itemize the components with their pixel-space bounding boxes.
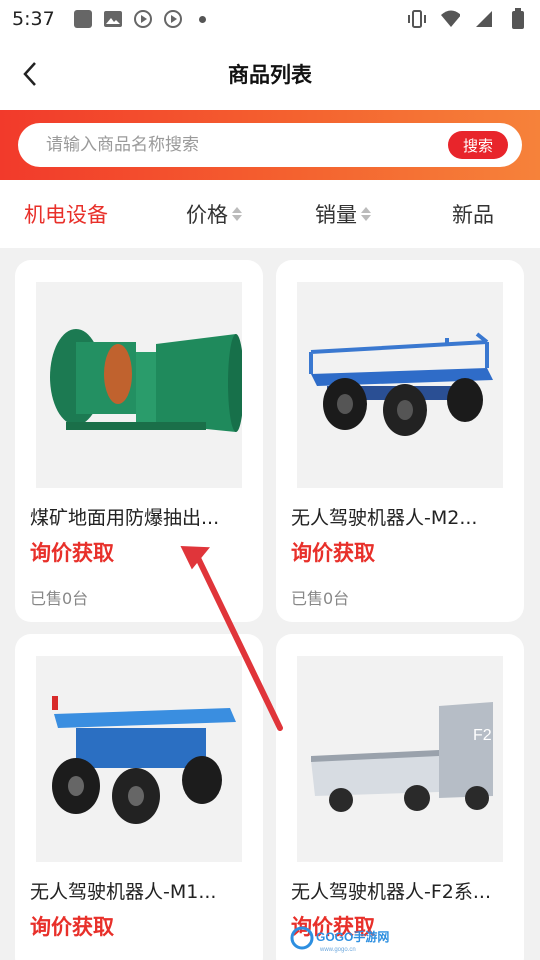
gogo-logo-icon: GOGO手游网 www.gogo.cn: [290, 926, 389, 953]
chevron-left-icon: [23, 62, 36, 86]
product-card[interactable]: 无人驾驶机器人-M1... 询价获取: [15, 634, 263, 960]
product-price: 询价获取: [30, 541, 114, 565]
site-watermark: GOGO手游网 www.gogo.cn: [290, 922, 400, 954]
product-title: 煤矿地面用防爆抽出...: [30, 507, 220, 529]
tab-sales-label: 销量: [315, 203, 357, 227]
play-circle-icon: [133, 9, 153, 29]
product-card[interactable]: 煤矿地面用防爆抽出... 询价获取 已售0台: [15, 260, 263, 622]
tab-price[interactable]: 价格: [186, 180, 242, 248]
svg-text:F2: F2: [473, 727, 492, 744]
product-image: [36, 282, 244, 488]
status-time: 5:37: [12, 8, 55, 30]
search-button[interactable]: 搜索: [448, 131, 508, 159]
system-icons: [406, 8, 528, 29]
search-input[interactable]: [46, 135, 436, 155]
svg-text:www.gogo.cn: www.gogo.cn: [319, 947, 356, 953]
product-title: 无人驾驶机器人-M2...: [291, 507, 478, 529]
sort-arrows-icon: [232, 207, 242, 221]
more-dot-icon: [193, 9, 213, 29]
tab-sales[interactable]: 销量: [315, 180, 371, 248]
svg-text:GOGO手游网: GOGO手游网: [316, 929, 389, 944]
robot-cart-m2-image: [297, 282, 503, 488]
robot-vehicle-m1-image: [36, 656, 242, 862]
battery-icon: [508, 8, 528, 29]
app-header: 商品列表: [0, 38, 540, 110]
product-title: 无人驾驶机器人-M1...: [30, 881, 217, 903]
product-card[interactable]: F2 无人驾驶机器人-F2系... 询价获取: [276, 634, 524, 960]
filter-tabs: 机电设备 价格 销量 新品: [0, 180, 540, 248]
search-box: 搜索: [18, 123, 522, 167]
tab-category[interactable]: 机电设备: [24, 180, 108, 248]
f2-robot-truck-image: F2: [297, 656, 503, 862]
product-image: [36, 656, 242, 862]
sort-arrows-icon: [361, 207, 371, 221]
product-card[interactable]: 无人驾驶机器人-M2... 询价获取 已售0台: [276, 260, 524, 622]
tab-price-label: 价格: [186, 203, 228, 227]
product-price: 询价获取: [30, 915, 114, 939]
notification-icons: [73, 9, 213, 29]
page-title: 商品列表: [228, 63, 312, 87]
app-square-icon: [73, 9, 93, 29]
tab-new-label: 新品: [452, 203, 494, 227]
back-button[interactable]: [12, 56, 48, 92]
explosion-proof-fan-image: [36, 282, 244, 488]
product-sold-count: 已售0台: [30, 589, 89, 608]
product-image: [297, 282, 503, 488]
tab-new[interactable]: 新品: [452, 180, 494, 248]
search-banner: 搜索: [0, 110, 540, 180]
tab-category-label: 机电设备: [24, 203, 108, 227]
product-sold-count: 已售0台: [291, 589, 350, 608]
image-icon: [103, 9, 123, 29]
product-price: 询价获取: [291, 541, 375, 565]
signal-icon: [474, 9, 494, 29]
play-circle-icon: [163, 9, 183, 29]
vibrate-icon: [406, 9, 426, 29]
product-title: 无人驾驶机器人-F2系...: [291, 881, 491, 903]
product-image: F2: [297, 656, 503, 862]
wifi-icon: [440, 9, 460, 29]
status-bar: 5:37: [0, 0, 540, 38]
